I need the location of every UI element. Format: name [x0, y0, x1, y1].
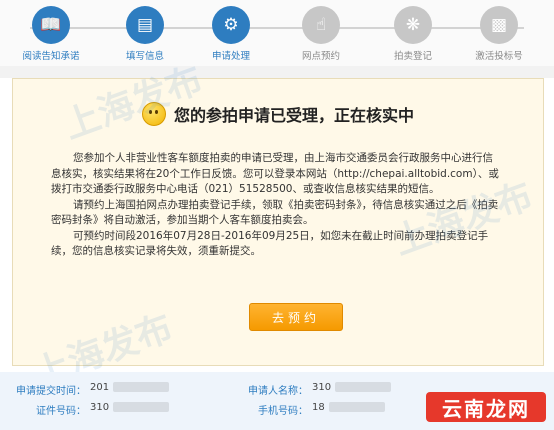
- status-title: 您的参拍申请已受理，正在核实中: [173, 106, 414, 125]
- message-paragraph-3: 可预约时间段2016年07月28日-2016年09月25日，如您未在截止时间前办…: [51, 229, 489, 258]
- site-logo: 云南龙网: [426, 392, 546, 422]
- gears-icon: ⚙: [212, 6, 250, 44]
- book-icon: 📖: [32, 6, 70, 44]
- make-appointment-button[interactable]: 去预约: [249, 303, 343, 331]
- step-appointment: ☝ 网点预约: [278, 6, 364, 62]
- step-label: 填写信息: [125, 51, 164, 62]
- step-fill-info: ▤ 填写信息: [102, 6, 188, 62]
- id-number-label: 证件号码：: [36, 406, 86, 417]
- phone-label: 手机号码：: [258, 406, 308, 417]
- step-label: 激活投标号: [475, 51, 523, 62]
- applicant-label: 申请人名称：: [248, 386, 308, 397]
- step-label: 申请处理: [211, 51, 250, 62]
- submit-time-label: 申请提交时间：: [16, 386, 86, 397]
- form-icon: ▤: [126, 6, 164, 44]
- message-paragraph-1: 您参加个人非营业性客车额度拍卖的申请已受理，由上海市交通委员会行政服务中心进行信…: [51, 152, 499, 195]
- progress-steps: 📖 阅读告知承诺 ▤ 填写信息 ⚙ 申请处理 ☝ 网点预约 ❋ 拍卖登记 ▩ 激…: [0, 0, 554, 66]
- status-headline: 您的参拍申请已受理，正在核实中: [13, 99, 543, 129]
- status-message: 您参加个人非营业性客车额度拍卖的申请已受理，由上海市交通委员会行政服务中心进行信…: [51, 151, 501, 260]
- step-label: 拍卖登记: [393, 51, 432, 62]
- divider-bar: [0, 66, 554, 78]
- step-processing: ⚙ 申请处理: [188, 6, 274, 62]
- step-activate: ▩ 激活投标号: [456, 6, 542, 62]
- phone-value: 18: [312, 402, 385, 413]
- step-read-notice: 📖 阅读告知承诺: [8, 6, 94, 62]
- applicant-value: 310: [312, 382, 392, 393]
- status-card: 您的参拍申请已受理，正在核实中 您参加个人非营业性客车额度拍卖的申请已受理，由上…: [12, 78, 544, 366]
- step-registration: ❋ 拍卖登记: [370, 6, 456, 62]
- id-number-value: 310: [90, 402, 170, 413]
- network-icon: ❋: [394, 6, 432, 44]
- smiley-icon: [141, 102, 166, 126]
- hand-pointer-icon: ☝: [302, 6, 340, 44]
- step-label: 网点预约: [301, 51, 340, 62]
- step-label: 阅读告知承诺: [22, 51, 80, 62]
- submit-time-value: 201: [90, 382, 170, 393]
- id-card-icon: ▩: [480, 6, 518, 44]
- message-paragraph-2: 请预约上海国拍网点办理拍卖登记手续，领取《拍卖密码封条》，待信息核实通过之后《拍…: [51, 198, 499, 227]
